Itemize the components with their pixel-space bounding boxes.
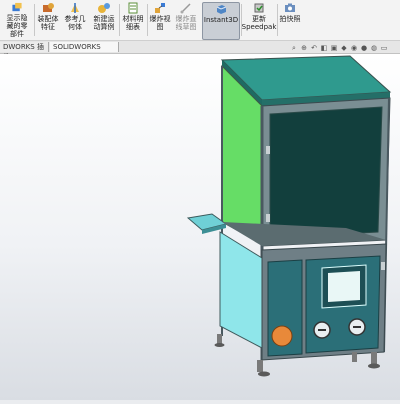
take-snapshot-button[interactable]: 拍快照 xyxy=(278,2,302,38)
tab-solidworks-addins[interactable]: DWORKS 插件 xyxy=(0,42,49,61)
exploded-view-button[interactable]: 爆炸视 图 xyxy=(148,2,172,38)
orange-indicator-button xyxy=(271,325,293,347)
explode-line-sketch-button[interactable]: 爆炸直 线草图 xyxy=(173,2,199,38)
bill-of-materials-label: 材料明 细表 xyxy=(122,15,144,31)
show-hidden-label: 显示隐 藏的零 部件 xyxy=(6,14,28,38)
caster-back-left xyxy=(217,334,222,344)
new-motion-study-label: 新建运 动算例 xyxy=(93,15,115,31)
upper-front-window xyxy=(269,106,383,239)
apply-scene-icon[interactable]: ◍ xyxy=(370,44,378,52)
update-speedpak-icon xyxy=(254,3,264,13)
toolbar-separator xyxy=(34,4,35,36)
new-motion-study-button[interactable]: 新建运 动算例 xyxy=(91,2,117,38)
heads-up-view-toolbar: ⌕ ⊕ ↶ ◧ ▣ ◆ ◉ ● ◍ ▭ xyxy=(290,43,388,53)
bill-of-materials-icon xyxy=(128,2,138,14)
explode-line-sketch-label: 爆炸直 线草图 xyxy=(175,15,197,31)
view-settings-icon[interactable]: ▭ xyxy=(380,44,388,52)
reference-geometry-icon xyxy=(71,3,79,13)
reference-geometry-label: 参考几 何体 xyxy=(64,15,86,31)
lower-left-side-panel xyxy=(219,231,263,349)
instant3d-icon xyxy=(216,5,227,14)
assembly-features-label: 装配体 特征 xyxy=(37,15,59,31)
instant3d-button[interactable]: Instant3D xyxy=(202,2,240,40)
show-hidden-components-button[interactable]: 显示隐 藏的零 部件 xyxy=(2,2,32,38)
previous-view-icon[interactable]: ↶ xyxy=(310,44,318,52)
command-manager-toolbar: 显示隐 藏的零 部件 装配体 特征 参考几 何体 新建运 动算例 材料明 细表 … xyxy=(0,0,400,41)
update-speedpak-label: 更新 Speedpak xyxy=(241,15,277,31)
lower-hinge xyxy=(266,214,270,222)
exploded-view-icon xyxy=(155,3,165,13)
upper-hinge xyxy=(266,146,270,154)
caster-front-right xyxy=(371,352,377,364)
hide-show-items-icon[interactable]: ◉ xyxy=(350,44,358,52)
reference-geometry-button[interactable]: 参考几 何体 xyxy=(62,2,88,38)
exploded-view-label: 爆炸视 图 xyxy=(149,15,171,31)
cabinet-latch xyxy=(381,262,385,270)
assembly-feature-icon xyxy=(43,3,54,12)
new-motion-study-icon xyxy=(98,3,110,13)
snapshot-label: 拍快照 xyxy=(279,15,301,23)
bill-of-materials-button[interactable]: 材料明 细表 xyxy=(121,2,145,38)
toolbar-separator xyxy=(119,4,120,36)
zoom-to-fit-icon[interactable]: ⌕ xyxy=(290,44,298,52)
instant3d-label: Instant3D xyxy=(203,16,239,24)
view-orientation-icon[interactable]: ▣ xyxy=(330,44,338,52)
section-view-icon[interactable]: ◧ xyxy=(320,44,328,52)
zoom-area-icon[interactable]: ⊕ xyxy=(300,44,308,52)
caster-back-right xyxy=(352,352,357,362)
caster-back-left-base xyxy=(214,343,225,347)
tab-solidworks-mbd[interactable]: SOLIDWORKS MBD xyxy=(50,42,119,61)
show-hidden-icon xyxy=(12,2,22,12)
update-speedpak-button[interactable]: 更新 Speedpak xyxy=(242,2,276,38)
control-panel-screen xyxy=(328,271,360,302)
caster-front-left-base xyxy=(258,371,270,377)
caster-front-right-base xyxy=(368,363,380,369)
caster-front-left xyxy=(257,360,263,372)
display-style-icon[interactable]: ◆ xyxy=(340,44,348,52)
assembly-model-render xyxy=(186,55,392,377)
explode-line-sketch-icon xyxy=(180,3,191,14)
graphics-viewport[interactable] xyxy=(0,54,400,400)
assembly-features-button[interactable]: 装配体 特征 xyxy=(36,2,60,38)
snapshot-icon xyxy=(285,3,295,12)
edit-appearance-icon[interactable]: ● xyxy=(360,44,368,52)
